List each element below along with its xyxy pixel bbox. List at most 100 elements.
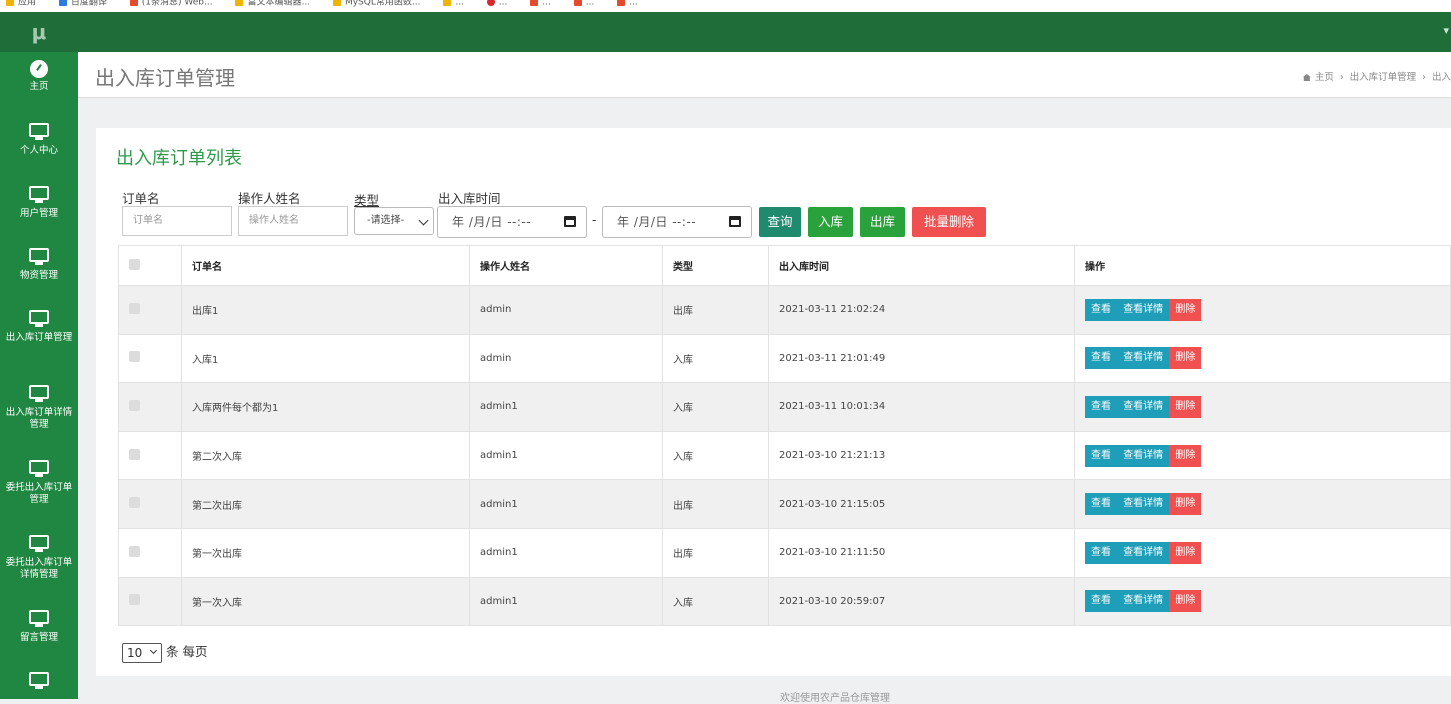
table-row: 第二次出库 admin1 出库 2021-03-10 21:15:05 查看 查… — [118, 479, 1451, 529]
type-select-value: -请选择- — [367, 215, 405, 226]
row-checkbox[interactable] — [129, 497, 140, 509]
type-select[interactable]: -请选择- — [354, 207, 434, 235]
delete-button[interactable]: 删除 — [1169, 493, 1202, 516]
time-label: 出入库时间 — [438, 191, 501, 206]
sidebar-item-home[interactable]: 主页 — [0, 52, 78, 115]
operator-cell: admin1 — [469, 382, 663, 432]
delete-button[interactable]: 删除 — [1169, 395, 1202, 418]
row-checkbox[interactable] — [129, 302, 140, 314]
sidebar-item-label: 个人中心 — [19, 145, 58, 156]
bookmark[interactable]: ... — [573, 0, 594, 6]
view-detail-button[interactable]: 查看详情 — [1117, 347, 1170, 370]
column-header: 操作 — [1074, 245, 1451, 286]
search-button[interactable]: 查询 — [759, 207, 801, 237]
bookmark[interactable]: ... — [486, 0, 507, 6]
view-detail-button[interactable]: 查看详情 — [1117, 298, 1170, 321]
time-cell: 2021-03-10 21:21:13 — [768, 430, 1075, 481]
sidebar-item-user-management[interactable]: 用户管理 — [0, 178, 78, 240]
breadcrumb-item[interactable]: 出入库订单管理 — [1350, 72, 1417, 83]
start-date-placeholder: 年 /月/日 --:-- — [452, 215, 532, 229]
bookmark[interactable]: MySQL常用函数... — [332, 0, 420, 6]
order-name-cell: 第一次出库 — [181, 527, 470, 578]
order-name-input[interactable]: 订单名 — [122, 206, 232, 236]
view-detail-button[interactable]: 查看详情 — [1117, 541, 1170, 564]
row-checkbox[interactable] — [129, 399, 140, 411]
sidebar-item-entrusted-order-detail-management[interactable]: 委托出入库订单详情管理 — [0, 527, 78, 602]
time-cell: 2021-03-11 21:01:49 — [768, 333, 1075, 384]
delete-button[interactable]: 删除 — [1169, 444, 1202, 467]
row-checkbox[interactable] — [129, 594, 140, 606]
sidebar-item-label: 委托出入库订单管理 — [5, 482, 73, 505]
operator-input[interactable]: 操作人姓名 — [238, 206, 348, 236]
operator-cell: admin1 — [469, 479, 663, 529]
type-cell: 入库 — [662, 333, 769, 384]
batch-delete-button[interactable]: 批量删除 — [912, 207, 986, 237]
view-button[interactable]: 查看 — [1085, 395, 1117, 418]
row-checkbox[interactable] — [129, 448, 140, 460]
page-size-suffix: 条 每页 — [166, 644, 208, 659]
sidebar-item-personal-center[interactable]: 个人中心 — [0, 115, 78, 178]
delete-button[interactable]: 删除 — [1169, 541, 1202, 564]
row-checkbox[interactable] — [129, 545, 140, 557]
view-button[interactable]: 查看 — [1085, 298, 1117, 321]
bookmark[interactable]: 百度翻译 — [58, 0, 107, 6]
time-cell: 2021-03-11 21:02:24 — [768, 285, 1075, 335]
bookmarks-bar: 应用 百度翻译 (1条消息) Web... 富文本编辑器... MySQL常用函… — [0, 0, 1451, 12]
sidebar-item-label: 出入库订单详情管理 — [5, 407, 73, 430]
calendar-icon[interactable] — [729, 216, 741, 227]
monitor-icon — [29, 186, 49, 203]
operator-cell: admin1 — [469, 430, 663, 481]
breadcrumb-home[interactable]: 主页 — [1315, 72, 1334, 83]
view-button[interactable]: 查看 — [1085, 590, 1117, 613]
view-button[interactable]: 查看 — [1085, 493, 1117, 516]
breadcrumb-current: 出入 — [1431, 72, 1451, 83]
sidebar-item-order-management[interactable]: 出入库订单管理 — [0, 302, 78, 377]
view-detail-button[interactable]: 查看详情 — [1117, 590, 1170, 613]
table-row: 第二次入库 admin1 入库 2021-03-10 21:21:13 查看 查… — [118, 430, 1451, 481]
end-date-input[interactable]: 年 /月/日 --:-- — [602, 206, 752, 238]
chevron-down-icon — [149, 646, 158, 654]
sidebar-item-label: 用户管理 — [19, 208, 58, 219]
stock-in-button[interactable]: 入库 — [808, 207, 853, 237]
view-detail-button[interactable]: 查看详情 — [1117, 493, 1170, 516]
view-detail-button[interactable]: 查看详情 — [1117, 395, 1170, 418]
sidebar-item-entrusted-order-management[interactable]: 委托出入库订单管理 — [0, 452, 78, 527]
select-all-checkbox[interactable] — [129, 258, 140, 270]
bookmark[interactable]: 应用 — [6, 0, 36, 6]
operator-cell: admin — [469, 285, 663, 335]
pagination-size: 10 条 每页 — [122, 641, 207, 663]
order-name-cell: 第二次出库 — [181, 479, 470, 529]
bookmark[interactable]: ... — [443, 0, 464, 6]
view-button[interactable]: 查看 — [1085, 444, 1117, 467]
sidebar-item-label: 物资管理 — [19, 270, 58, 281]
sidebar-item-message-management[interactable]: 留言管理 — [0, 602, 78, 664]
delete-button[interactable]: 删除 — [1169, 590, 1202, 613]
bookmark[interactable]: ... — [530, 0, 551, 6]
bookmark[interactable]: (1条消息) Web... — [129, 0, 213, 6]
calendar-icon[interactable] — [564, 216, 576, 227]
monitor-icon — [29, 248, 49, 265]
sidebar-item-more[interactable] — [0, 664, 78, 704]
page-size-select[interactable]: 10 — [122, 642, 162, 663]
delete-button[interactable]: 删除 — [1169, 298, 1202, 321]
view-button[interactable]: 查看 — [1085, 347, 1117, 370]
sidebar-item-material-management[interactable]: 物资管理 — [0, 240, 78, 302]
delete-button[interactable]: 删除 — [1169, 347, 1202, 370]
sidebar-item-label: 出入库订单管理 — [5, 332, 73, 343]
start-date-input[interactable]: 年 /月/日 --:-- — [437, 206, 587, 238]
row-checkbox[interactable] — [129, 351, 140, 363]
bookmark[interactable]: 富文本编辑器... — [235, 0, 310, 6]
sidebar-item-order-detail-management[interactable]: 出入库订单详情管理 — [0, 377, 78, 452]
stock-out-button[interactable]: 出库 — [860, 207, 905, 237]
page-size-value: 10 — [127, 645, 143, 660]
sidebar: μ 主页 个人中心 用户管理 物资管理 出入库订单管理 出入库订单详情管理 委托… — [0, 12, 78, 699]
table-header-row: 订单名 操作人姓名 类型 出入库时间 操作 — [118, 245, 1451, 286]
monitor-icon — [29, 310, 49, 327]
panel-title: 出入库订单列表 — [116, 148, 242, 169]
bookmark[interactable]: ... — [617, 0, 638, 6]
order-name-cell: 第一次入库 — [181, 576, 470, 627]
view-button[interactable]: 查看 — [1085, 541, 1117, 564]
view-detail-button[interactable]: 查看详情 — [1117, 444, 1170, 467]
user-menu-icon[interactable]: ▾ — [1443, 24, 1449, 37]
footer-text: 欢迎使用农产品仓库管理 — [780, 693, 890, 704]
